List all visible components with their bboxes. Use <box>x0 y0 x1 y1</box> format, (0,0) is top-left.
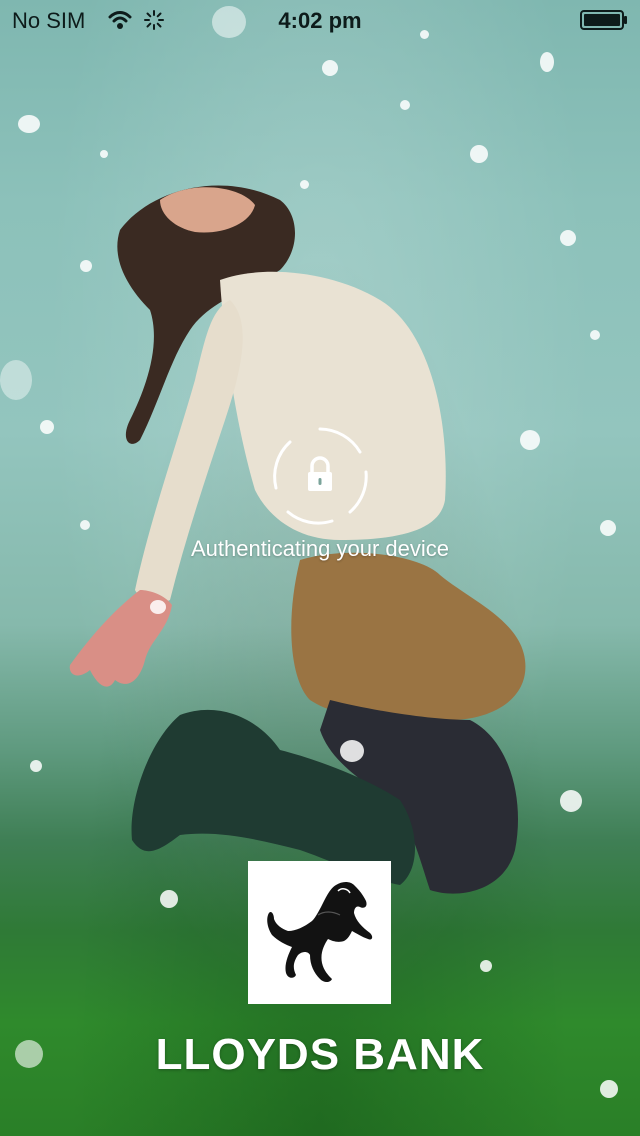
authenticating-spinner <box>273 427 368 525</box>
snowflake <box>560 790 582 812</box>
snowflake <box>480 960 492 972</box>
lloyds-logo <box>248 861 391 1004</box>
snowflake <box>150 600 166 614</box>
snowflake <box>340 740 364 762</box>
snowflake <box>600 520 616 536</box>
black-horse-icon <box>267 882 373 982</box>
snowflake <box>80 260 92 272</box>
snowflake <box>470 145 488 163</box>
snowflake <box>560 230 576 246</box>
snowflake <box>322 60 338 76</box>
snowflake <box>30 760 42 772</box>
status-bar: No SIM 4:02 pm <box>0 0 640 40</box>
snowflake <box>600 1080 618 1098</box>
snowflake <box>520 430 540 450</box>
snowflake <box>18 115 40 133</box>
snowflake <box>160 890 178 908</box>
snowflake <box>400 100 410 110</box>
padlock-icon <box>308 456 332 491</box>
snowflake <box>590 330 600 340</box>
status-time: 4:02 pm <box>278 8 362 33</box>
snowflake <box>540 52 554 72</box>
snowflake <box>300 180 309 189</box>
snowflake <box>100 150 108 158</box>
snowflake <box>80 520 90 530</box>
auth-status-message: Authenticating your device <box>190 536 450 561</box>
splash-screen: No SIM 4:02 pm Authenticating your devic… <box>0 0 640 1136</box>
snowflake <box>0 360 32 400</box>
battery-icon <box>580 10 627 30</box>
bank-name: LLOYDS BANK <box>155 1030 485 1079</box>
snowflake <box>40 420 54 434</box>
